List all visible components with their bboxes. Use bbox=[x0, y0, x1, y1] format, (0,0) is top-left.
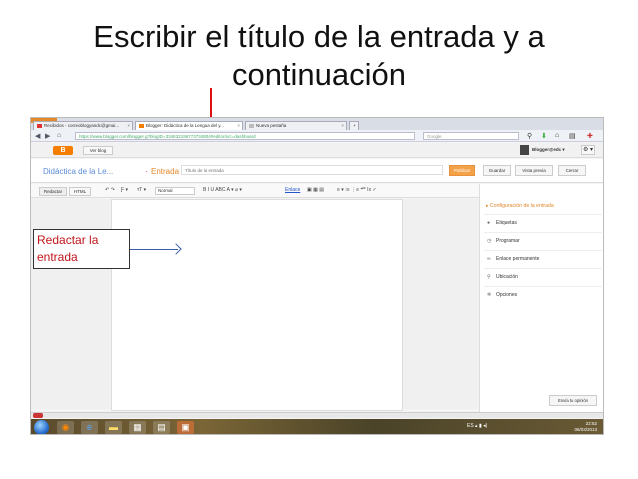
browser-tab-bar: Recibidos - correoblogyandc@gmai... × Bl… bbox=[31, 118, 603, 130]
gmail-icon bbox=[37, 123, 42, 128]
close-tab-icon[interactable]: × bbox=[237, 123, 240, 128]
status-bar bbox=[31, 412, 603, 418]
slide-title-line-1: Escribir el título de la entrada y a bbox=[93, 19, 545, 54]
start-button[interactable] bbox=[34, 420, 49, 434]
user-name[interactable]: Blogger@edc ▾ bbox=[532, 147, 565, 153]
callout-line-2: entrada bbox=[37, 250, 78, 264]
addon-icon[interactable]: ✚ bbox=[587, 132, 593, 140]
post-body-editor[interactable] bbox=[111, 199, 403, 411]
clock-date: 06/03/2013 bbox=[574, 427, 597, 432]
new-tab-button[interactable]: + bbox=[349, 121, 359, 130]
windows-taskbar: ◉ e ▬ ▦ ▤ ▣ ES ▴ ▮ ◂) 22:52 06/03/2013 bbox=[31, 419, 603, 434]
sidebar-item-label: Etiquetas bbox=[496, 220, 517, 226]
presentation-icon[interactable]: ▣ bbox=[177, 421, 194, 434]
text-format-icons[interactable]: B I U ABC A ▾ ⌀ ▾ bbox=[203, 187, 242, 193]
forward-icon[interactable]: ▶ bbox=[45, 132, 50, 140]
home-icon[interactable]: ⌂ bbox=[57, 132, 61, 139]
post-settings-heading[interactable]: ▸ Configuración de la entrada bbox=[486, 203, 554, 209]
taskbar-clock[interactable]: 22:52 06/03/2013 bbox=[574, 421, 597, 433]
back-icon[interactable]: ◀ bbox=[35, 132, 40, 140]
gear-icon: ✲ bbox=[487, 292, 492, 298]
compose-mode-button[interactable]: Redactar bbox=[39, 187, 67, 196]
format-select[interactable]: Normal bbox=[155, 187, 195, 195]
editor-header: Didáctica de la Le... · Entrada Publicar… bbox=[31, 159, 603, 183]
avatar[interactable] bbox=[520, 145, 529, 155]
internet-explorer-icon[interactable]: e bbox=[81, 421, 98, 434]
font-size-dropdown[interactable]: ᴛT ▾ bbox=[137, 187, 146, 193]
link-button[interactable]: Enlace bbox=[285, 187, 300, 193]
browser-tab-label: Nueva pestaña bbox=[256, 123, 287, 128]
sidebar-item-location[interactable]: ⚲ Ubicación bbox=[484, 268, 602, 284]
close-button[interactable]: Cerrar bbox=[558, 165, 586, 176]
firefox-icon[interactable]: ◉ bbox=[57, 421, 74, 434]
html-mode-button[interactable]: HTML bbox=[69, 187, 91, 196]
browser-tab-label: Blogger: Didáctica de la Lengua del y... bbox=[146, 123, 224, 128]
sidebar-item-permalink[interactable]: ∞ Enlace permanente bbox=[484, 250, 602, 266]
sidebar-item-schedule[interactable]: ◷ Programar bbox=[484, 232, 602, 248]
home-toolbar-icon[interactable]: ⌂ bbox=[555, 132, 559, 139]
location-pin-icon: ⚲ bbox=[487, 274, 491, 280]
folder-icon[interactable]: ▬ bbox=[105, 421, 122, 434]
link-icon: ∞ bbox=[487, 256, 491, 262]
browser-tab-gmail[interactable]: Recibidos - correoblogyandc@gmai... × bbox=[33, 121, 133, 130]
close-tab-icon[interactable]: × bbox=[127, 123, 130, 128]
blogger-tab-icon bbox=[139, 123, 144, 128]
preview-button[interactable]: Vista previa bbox=[515, 165, 553, 176]
right-gutter bbox=[403, 199, 479, 409]
sidebar-item-label: Programar bbox=[496, 238, 520, 244]
post-settings-sidebar: ▸ Configuración de la entrada ● Etiquetas… bbox=[479, 184, 603, 412]
address-bar[interactable]: https://www.blogger.com/blogger.g?blogID… bbox=[75, 132, 415, 140]
page-tab-icon bbox=[249, 123, 254, 128]
bookmarks-icon[interactable]: ▤ bbox=[569, 132, 576, 140]
browser-tab-new[interactable]: Nueva pestaña × bbox=[245, 121, 347, 130]
callout-line-1: Redactar la bbox=[37, 233, 99, 247]
clock-icon: ◷ bbox=[487, 238, 492, 244]
slide-title: Escribir el título de la entrada y a con… bbox=[0, 18, 638, 94]
font-face-dropdown[interactable]: Ƒ ▾ bbox=[121, 187, 128, 193]
view-blog-button[interactable]: Ver blog bbox=[83, 146, 113, 155]
sidebar-item-label: Opciones bbox=[496, 292, 518, 298]
sidebar-item-labels[interactable]: ● Etiquetas bbox=[484, 214, 602, 230]
breadcrumb-separator: · bbox=[145, 167, 148, 176]
undo-redo-icons[interactable]: ↶ ↷ bbox=[105, 187, 115, 193]
browser-tab-label: Recibidos - correoblogyandc@gmai... bbox=[44, 123, 120, 128]
screenshot-frame: Recibidos - correoblogyandc@gmai... × Bl… bbox=[30, 117, 604, 435]
paragraph-icons[interactable]: ≡ ▾ ⁝≡ ⋮≡ ❝❞ Ix ✓ bbox=[337, 187, 377, 193]
sidebar-item-label: Ubicación bbox=[496, 274, 518, 280]
section-label: Entrada bbox=[151, 167, 180, 176]
save-button[interactable]: Guardar bbox=[483, 165, 511, 176]
document-icon[interactable]: ▤ bbox=[153, 421, 170, 434]
status-indicator-icon bbox=[33, 413, 43, 418]
callout-box: Redactar la entrada bbox=[33, 229, 130, 269]
system-tray-icons[interactable]: ES ▴ ▮ ◂) bbox=[467, 423, 487, 429]
close-tab-icon[interactable]: × bbox=[341, 123, 344, 128]
post-title-input[interactable] bbox=[181, 165, 443, 175]
gear-icon[interactable]: ⚙ ▾ bbox=[581, 145, 595, 155]
blogger-top-bar: B Ver blog Blogger@edc ▾ ⚙ ▾ bbox=[31, 143, 603, 158]
publish-button[interactable]: Publicar bbox=[449, 165, 475, 176]
sidebar-item-options[interactable]: ✲ Opciones bbox=[484, 286, 602, 302]
blog-name[interactable]: Didáctica de la Le... bbox=[43, 167, 113, 176]
search-icon[interactable]: ⚲ bbox=[527, 132, 532, 140]
slide-title-line-2: continuación bbox=[231, 57, 407, 92]
media-icons[interactable]: ▣ ▦ ▤ bbox=[307, 187, 324, 193]
browser-tab-blogger[interactable]: Blogger: Didáctica de la Lengua del y...… bbox=[135, 121, 243, 130]
browser-nav-bar: ◀ ▶ ⌂ https://www.blogger.com/blogger.g?… bbox=[31, 130, 603, 142]
search-input[interactable]: Google bbox=[423, 132, 519, 140]
download-icon[interactable]: ⬇ bbox=[541, 132, 547, 140]
blogger-logo[interactable]: B bbox=[53, 146, 73, 155]
feedback-button[interactable]: Envía tu opinión bbox=[549, 395, 597, 406]
tag-icon: ● bbox=[487, 220, 491, 226]
sidebar-item-label: Enlace permanente bbox=[496, 256, 540, 262]
calculator-icon[interactable]: ▦ bbox=[129, 421, 146, 434]
